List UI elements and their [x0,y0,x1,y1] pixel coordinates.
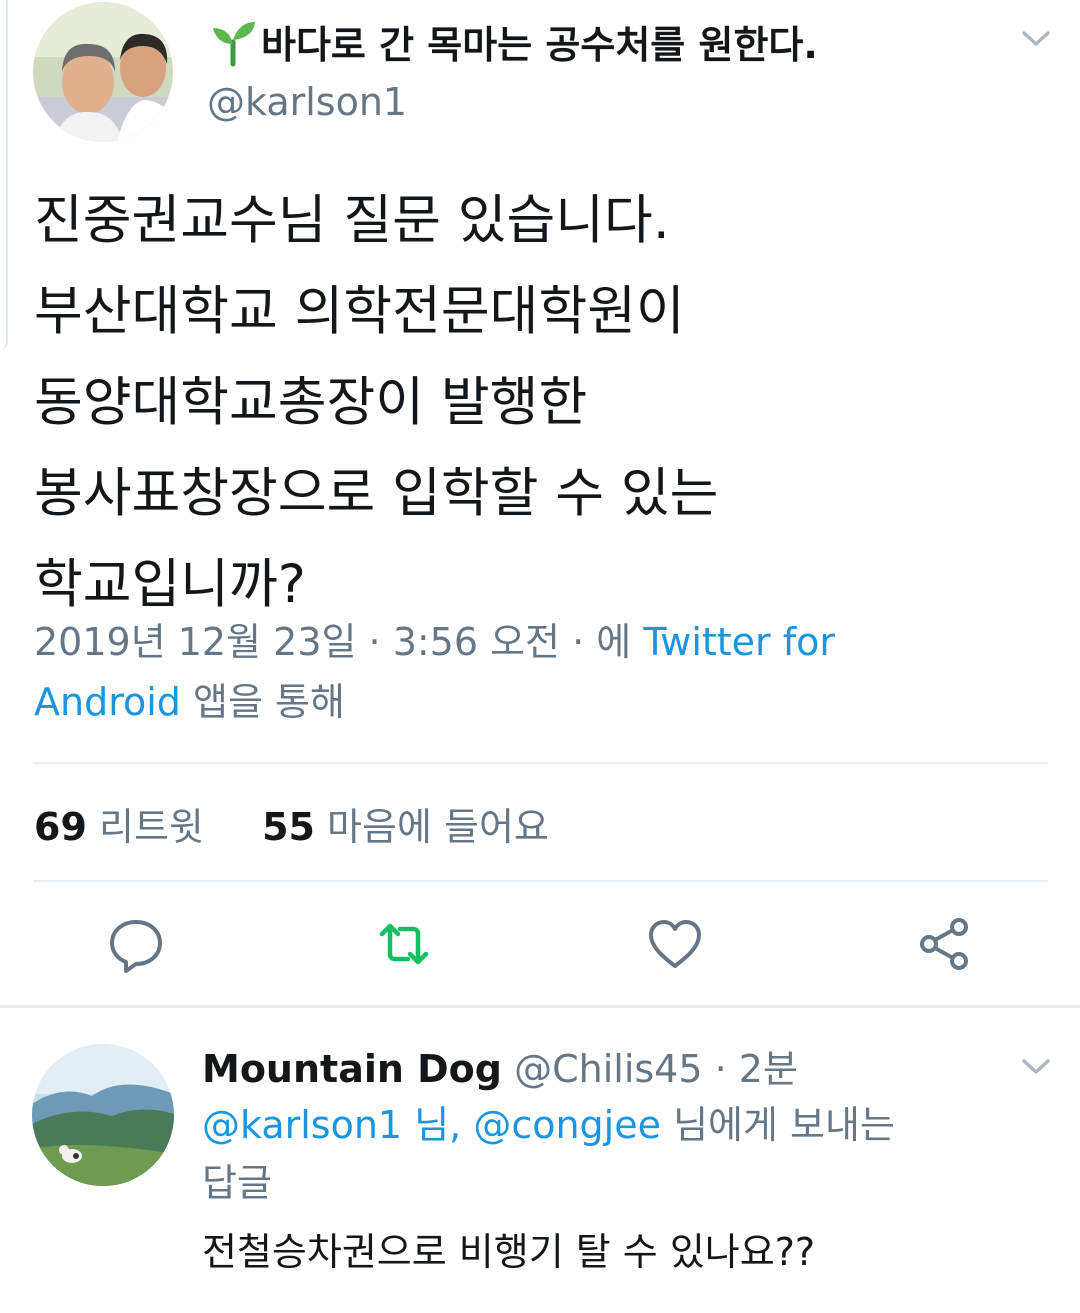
tweet-stats: 69 리트윗 55 마음에 들어요 [34,796,549,851]
reply-to-handle[interactable]: @congjee [473,1103,661,1147]
avatar[interactable] [33,2,173,142]
display-name[interactable]: 바다로 간 목마는 공수처를 원한다. [207,14,818,69]
reply-avatar[interactable] [32,1044,174,1186]
tweet-text-line: 동양대학교총장이 발행한 [34,372,588,433]
share-icon[interactable] [915,914,975,974]
like-count[interactable]: 55 [262,805,315,849]
reply-text: 전철승차권으로 비행기 탈 수 있나요?? [202,1230,816,1274]
retweet-label[interactable]: 리트윗 [99,805,204,849]
tweet-text-line: 부산대학교 의학전문대학원이 [34,281,685,342]
reply-tweet[interactable]: Mountain Dog @Chilis45 · 2분 @karlson1 님,… [0,1008,1080,1313]
client-link[interactable]: Twitter for [643,620,835,664]
reply-to-line2: 답글 [202,1161,272,1205]
main-tweet: 바다로 간 목마는 공수처를 원한다. @karlson1 진중권교수님 질문 … [0,0,1080,1008]
reply-icon[interactable] [106,914,166,974]
reply-display-name[interactable]: Mountain Dog [202,1047,502,1091]
chevron-down-icon[interactable] [1014,22,1058,56]
like-label[interactable]: 마음에 들어요 [327,805,549,849]
replying-to: @karlson1 님, @congjee 님에게 보내는 답글 [202,1096,1002,1212]
display-name-text: 바다로 간 목마는 공수처를 원한다. [261,23,818,67]
divider [33,880,1048,882]
client-suffix: 앱을 통해 [180,680,345,724]
reply-header: Mountain Dog @Chilis45 · 2분 [202,1038,798,1093]
retweet-count[interactable]: 69 [34,805,87,849]
divider [33,762,1048,764]
timestamp: 2019년 12월 23일 · 3:56 오전 · 에 [34,620,644,664]
retweet-icon[interactable] [374,914,434,974]
reply-to-handle[interactable]: @karlson1 [202,1103,402,1147]
chevron-down-icon[interactable] [1014,1050,1058,1084]
client-link-cont[interactable]: Android [34,680,181,724]
user-handle[interactable]: @karlson1 [207,80,407,124]
reply-to-suffix: 님에게 보내는 [661,1103,895,1147]
sprout-icon [207,16,259,68]
tweet-text-line: 진중권교수님 질문 있습니다. [34,190,670,251]
reply-handle[interactable]: @Chilis45 [514,1047,702,1091]
like-icon[interactable] [645,914,705,974]
tweet-text-line: 봉사표창장으로 입학할 수 있는 [34,463,719,524]
tweet-metadata: 2019년 12월 23일 · 3:56 오전 · 에 Twitter for … [34,612,1034,732]
reply-to-sep: 님, [402,1103,474,1147]
tweet-text: 진중권교수님 질문 있습니다. 부산대학교 의학전문대학원이 동양대학교총장이 … [34,175,1044,630]
reply-time: · 2분 [714,1047,798,1091]
